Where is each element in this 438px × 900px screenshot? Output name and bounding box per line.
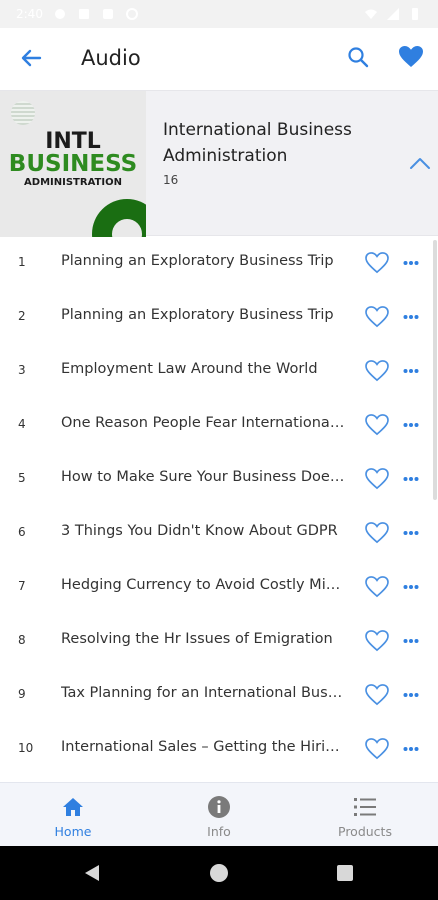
app-bar: Audio: [0, 28, 438, 90]
track-title: Planning an Exploratory Business Trip: [61, 253, 334, 269]
track-row[interactable]: 9 Tax Planning for an International Busin…: [0, 668, 438, 722]
more-options-icon[interactable]: [400, 574, 422, 600]
favorite-heart-icon[interactable]: [364, 574, 390, 600]
sim-icon: [77, 7, 91, 21]
track-row[interactable]: 2 Planning an Exploratory Business Trip: [0, 290, 438, 344]
bottom-navigation: Home Info Products: [0, 782, 438, 846]
system-navigation-bar: [0, 846, 438, 900]
list-icon: [353, 795, 377, 819]
track-title: International Sales – Getting the Hiring…: [61, 739, 346, 755]
system-recents-icon[interactable]: [337, 865, 353, 881]
track-row[interactable]: 4 One Reason People Fear International Bu…: [0, 398, 438, 452]
favorite-heart-icon[interactable]: [364, 736, 390, 762]
track-row[interactable]: 1 Planning an Exploratory Business Trip: [0, 236, 438, 290]
album-track-count: 16: [163, 173, 179, 187]
track-title: Employment Law Around the World: [61, 361, 318, 377]
track-number: 9: [18, 687, 26, 701]
more-options-icon[interactable]: [400, 412, 422, 438]
wifi-icon: [364, 7, 378, 21]
favorites-button[interactable]: [395, 43, 427, 75]
cover-ring-graphic: [92, 199, 146, 237]
track-row[interactable]: 8 Resolving the Hr Issues of Emigration: [0, 614, 438, 668]
hotspot-icon: [125, 7, 139, 21]
chevron-up-icon: [409, 155, 431, 174]
favorite-heart-icon[interactable]: [364, 466, 390, 492]
favorite-heart-icon[interactable]: [364, 250, 390, 276]
signal-icon: [386, 7, 400, 21]
more-options-icon[interactable]: [400, 520, 422, 546]
track-title: How to Make Sure Your Business Doesn't F…: [61, 469, 346, 485]
track-number: 10: [18, 741, 34, 755]
back-arrow-icon: [20, 47, 42, 73]
battery-icon: [408, 7, 422, 21]
heart-filled-icon: [398, 45, 424, 73]
status-bar: 2:40: [0, 0, 438, 28]
back-button[interactable]: [16, 45, 46, 75]
track-row[interactable]: 3 Employment Law Around the World: [0, 344, 438, 398]
favorite-heart-icon[interactable]: [364, 304, 390, 330]
status-time: 2:40: [16, 7, 43, 21]
track-row[interactable]: 10 International Sales – Getting the Hiri…: [0, 722, 438, 776]
track-number: 4: [18, 417, 26, 431]
system-back-icon[interactable]: [84, 864, 100, 886]
track-title: 3 Things You Didn't Know About GDPR: [61, 523, 338, 539]
track-row[interactable]: 7 Hedging Currency to Avoid Costly Mistak…: [0, 560, 438, 614]
system-home-icon[interactable]: [210, 864, 228, 882]
more-options-icon[interactable]: [400, 358, 422, 384]
more-options-icon[interactable]: [400, 736, 422, 762]
track-row[interactable]: 6 3 Things You Didn't Know About GDPR: [0, 506, 438, 560]
info-icon: [207, 795, 231, 819]
track-number: 8: [18, 633, 26, 647]
more-options-icon[interactable]: [400, 250, 422, 276]
track-title: Tax Planning for an International Busine…: [61, 685, 346, 701]
more-options-icon[interactable]: [400, 466, 422, 492]
track-title: Planning an Exploratory Business Trip: [61, 307, 334, 323]
nav-info[interactable]: Info: [146, 783, 292, 847]
track-number: 2: [18, 309, 26, 323]
track-number: 1: [18, 255, 26, 269]
settings-icon: [53, 7, 67, 21]
nav-products[interactable]: Products: [292, 783, 438, 847]
favorite-heart-icon[interactable]: [364, 520, 390, 546]
track-row[interactable]: 5 How to Make Sure Your Business Doesn't …: [0, 452, 438, 506]
track-title: Hedging Currency to Avoid Costly Mistake…: [61, 577, 346, 593]
album-cover: INTL BUSINESS ADMINISTRATION: [0, 91, 146, 237]
track-number: 6: [18, 525, 26, 539]
track-list: 1 Planning an Exploratory Business Trip 2 P…: [0, 236, 438, 776]
track-title: Resolving the Hr Issues of Emigration: [61, 631, 333, 647]
track-number: 7: [18, 579, 26, 593]
favorite-heart-icon[interactable]: [364, 358, 390, 384]
more-options-icon[interactable]: [400, 628, 422, 654]
more-options-icon[interactable]: [400, 682, 422, 708]
album-header[interactable]: INTL BUSINESS ADMINISTRATION Internation…: [0, 90, 438, 237]
track-title: One Reason People Fear International Bus…: [61, 415, 346, 431]
scrollbar[interactable]: [433, 240, 437, 500]
favorite-heart-icon[interactable]: [364, 628, 390, 654]
track-number: 3: [18, 363, 26, 377]
album-title: International Business Administration: [163, 120, 352, 166]
nav-home[interactable]: Home: [0, 783, 146, 847]
cover-logo-icon: [11, 101, 35, 125]
search-button[interactable]: [342, 43, 374, 75]
search-icon: [347, 46, 369, 72]
nav-products-label: Products: [338, 824, 392, 839]
cover-text-line2: BUSINESS: [8, 151, 138, 177]
track-number: 5: [18, 471, 26, 485]
card-icon: [101, 7, 115, 21]
home-icon: [61, 795, 85, 819]
page-title: Audio: [81, 46, 141, 70]
cover-text-line3: ADMINISTRATION: [24, 177, 122, 188]
favorite-heart-icon[interactable]: [364, 682, 390, 708]
more-options-icon[interactable]: [400, 304, 422, 330]
collapse-button[interactable]: [405, 149, 435, 179]
nav-info-label: Info: [207, 824, 231, 839]
nav-home-label: Home: [54, 824, 92, 839]
favorite-heart-icon[interactable]: [364, 412, 390, 438]
